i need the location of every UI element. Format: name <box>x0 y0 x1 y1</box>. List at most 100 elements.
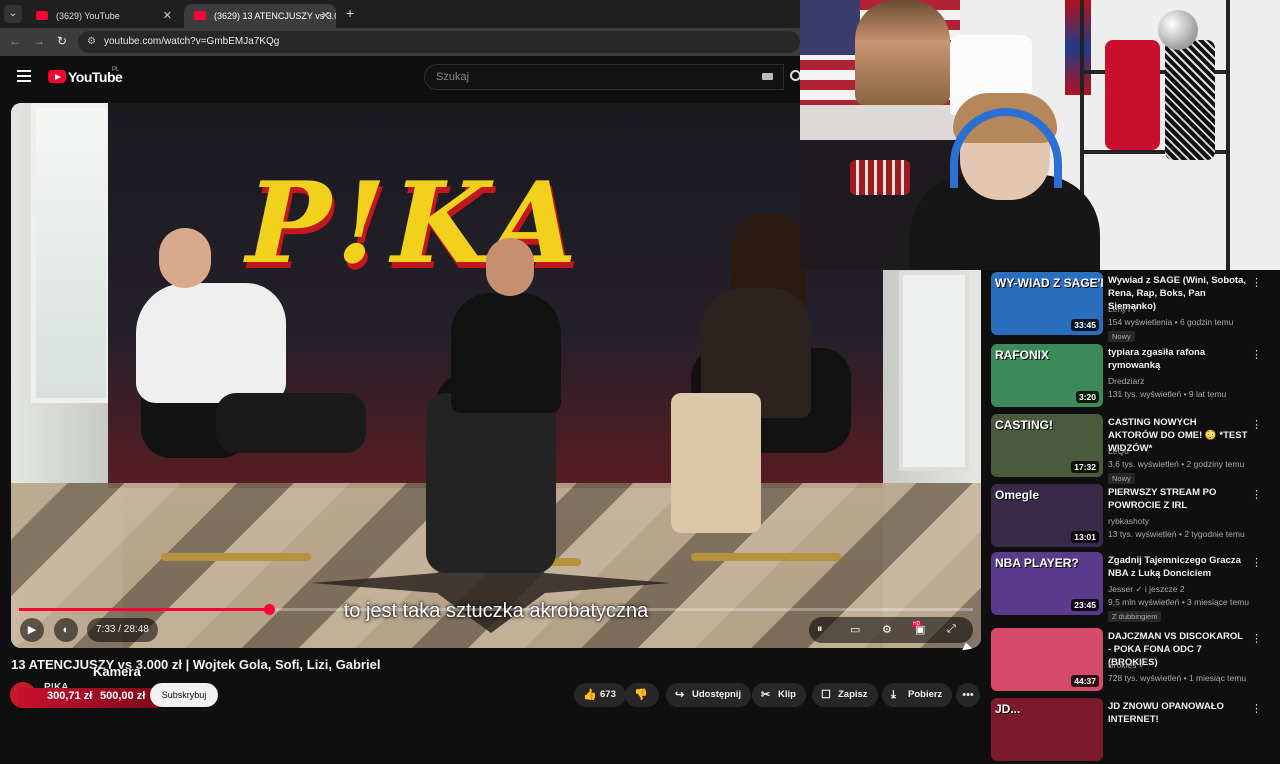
recommended-video-card[interactable]: RAFONIX 3:20 typiara zgasiła rafona rymowa… <box>991 344 1280 410</box>
theater-mode-icon[interactable]: ▣ <box>915 623 925 636</box>
disco-ball <box>1158 10 1198 50</box>
new-tab-icon[interactable]: + <box>346 5 354 21</box>
close-tab-icon[interactable]: ✕ <box>321 4 330 28</box>
share-button[interactable]: ↪ Udostępnij <box>666 683 752 707</box>
red-jersey <box>1105 40 1160 150</box>
save-playlist-icon: ☐ <box>821 689 831 701</box>
site-info-icon[interactable]: ⚙ <box>87 31 96 53</box>
address-bar[interactable]: ⚙ youtube.com/watch?v=GmbEMJa7KQg <box>78 31 800 53</box>
recommended-video-title[interactable]: PIERWSZY STREAM PO POWROCIE Z IRL <box>1108 486 1248 512</box>
recommended-video-title[interactable]: JD ZNOWU OPANOWAŁO INTERNET! <box>1108 700 1248 726</box>
recommended-video-card[interactable]: Omegle 13:01 PIERWSZY STREAM PO POWROCIE Z… <box>991 484 1280 550</box>
recommended-channel-name[interactable]: Dredziarz <box>1108 376 1144 386</box>
volume-icon[interactable]: ◐ <box>54 618 78 642</box>
save-label: Zapisz <box>838 689 868 700</box>
video-thumbnail[interactable]: RAFONIX 3:20 <box>991 344 1103 407</box>
more-options-icon[interactable]: ⋮ <box>1251 556 1262 569</box>
back-arrow-icon[interactable]: ← <box>9 34 21 48</box>
reload-icon[interactable]: ↻ <box>57 34 67 48</box>
recommended-channel-name[interactable]: rybkashoty <box>1108 516 1149 526</box>
chair-base <box>691 553 841 561</box>
donation-amount-1: 300,71 zł <box>47 690 93 702</box>
patterned-jacket <box>1165 40 1215 160</box>
thumbnail-text: CASTING! <box>995 418 1053 432</box>
video-duration: 13:01 <box>1071 531 1099 543</box>
video-thumbnail[interactable]: 44:37 <box>991 628 1103 691</box>
save-button[interactable]: ☐ Zapisz <box>812 683 878 707</box>
url-text: youtube.com/watch?v=GmbEMJa7KQg <box>104 36 280 47</box>
poster-person <box>855 0 950 105</box>
youtube-favicon-icon <box>36 11 48 20</box>
play-icon[interactable]: ▶ <box>20 618 44 642</box>
recommended-video-meta: 13 tys. wyświetleń • 2 tygodnie temu <box>1108 529 1245 539</box>
youtube-header: YouTube PL Szukaj <box>0 56 801 100</box>
tab-title: (3629) YouTube <box>56 11 120 21</box>
more-options-icon[interactable]: ⋮ <box>1251 418 1262 431</box>
recommended-video-card[interactable]: WY-WIAD Z SAGE'M 33:45 Wywiad z SAGE (Wini… <box>991 272 1280 342</box>
clip-button[interactable]: ✂ Klip <box>752 683 806 707</box>
person-left-legs <box>216 393 366 453</box>
person-left <box>136 283 286 403</box>
more-options-icon[interactable]: ⋮ <box>1251 632 1262 645</box>
recommended-video-card[interactable]: 44:37 DAJCZMAN VS DISCOKAROL - POKA FONA … <box>991 628 1280 694</box>
video-scene-window <box>899 271 969 471</box>
person-center <box>451 293 561 413</box>
more-options-icon[interactable]: ⋮ <box>1251 702 1262 715</box>
recommended-channel-name[interactable]: LeQu <box>1108 446 1129 456</box>
tab-search-button[interactable]: ⌄ <box>4 5 22 23</box>
more-actions-icon[interactable]: ••• <box>956 683 980 707</box>
subtitles-icon[interactable]: ▭ <box>850 623 860 636</box>
settings-gear-icon[interactable]: ⚙ <box>882 623 892 636</box>
share-arrow-icon: ↪ <box>675 689 685 701</box>
like-button[interactable]: 👍 673 <box>574 683 626 707</box>
recommended-channel-name[interactable]: LenyTV <box>1108 304 1137 314</box>
dislike-button[interactable]: 👎 <box>625 683 659 707</box>
recommended-video-title[interactable]: CASTING NOWYCH AKTORÓW DO OME! 😳 *TEST W… <box>1108 416 1248 455</box>
video-duration: 3:20 <box>1075 391 1099 403</box>
recommended-video-title[interactable]: Zgadnij Tajemniczego Gracza NBA z Luką D… <box>1108 554 1248 580</box>
browser-tab[interactable]: (3629) YouTube ✕ <box>26 4 178 28</box>
progress-scrubber[interactable] <box>263 604 275 615</box>
thumbnail-text: Omegle <box>995 488 1040 502</box>
progress-bar[interactable] <box>19 604 973 615</box>
video-thumbnail[interactable]: NBA PLAYER? 23:45 <box>991 552 1103 615</box>
more-options-icon[interactable]: ⋮ <box>1251 348 1262 361</box>
recommended-channel-name[interactable]: Jesser ✓ i jeszcze 2 <box>1108 584 1185 595</box>
video-thumbnail[interactable]: CASTING! 17:32 <box>991 414 1103 477</box>
recommended-video-meta: 3,6 tys. wyświetleń • 2 godziny temu <box>1108 459 1245 469</box>
video-thumbnail[interactable]: JD... <box>991 698 1103 761</box>
more-options-icon[interactable]: ⋮ <box>1251 276 1262 289</box>
forward-arrow-icon[interactable]: → <box>33 34 45 48</box>
recommended-video-card[interactable]: NBA PLAYER? 23:45 Zgadnij Tajemniczego Gra… <box>991 552 1280 622</box>
browser-tab-active[interactable]: (3629) 13 ATENCJUSZY vs 3.000 ✕ <box>184 4 336 28</box>
video-thumbnail[interactable]: Omegle 13:01 <box>991 484 1103 547</box>
video-duration: 17:32 <box>1071 461 1099 473</box>
video-badge: Nowy <box>1108 473 1135 484</box>
tab-title: (3629) 13 ATENCJUSZY vs 3.000 <box>214 11 336 21</box>
fullscreen-icon[interactable]: ⤢ <box>947 623 956 636</box>
recommended-video-card[interactable]: JD... JD ZNOWU OPANOWAŁO INTERNET! ⋮ <box>991 698 1280 764</box>
recommended-channel-name[interactable]: Brokies ✓ <box>1108 660 1146 671</box>
autoplay-toggle-icon[interactable]: ⏸ <box>817 623 823 636</box>
us-flag-canton <box>800 0 860 55</box>
download-arrow-icon: ⤓ <box>891 689 896 701</box>
person-center-head <box>486 238 534 296</box>
recommended-video-card[interactable]: CASTING! 17:32 CASTING NOWYCH AKTORÓW DO O… <box>991 414 1280 484</box>
close-tab-icon[interactable]: ✕ <box>163 4 172 28</box>
download-button[interactable]: ⤓ Pobierz <box>882 683 953 707</box>
video-thumbnail[interactable]: WY-WIAD Z SAGE'M 33:45 <box>991 272 1103 335</box>
recommended-video-meta: 154 wyświetlenia • 6 godzin temu <box>1108 317 1234 327</box>
subscribe-button[interactable]: Subskrybuj <box>150 683 218 707</box>
keyboard-icon[interactable] <box>762 73 773 80</box>
search-input[interactable]: Szukaj <box>424 64 784 90</box>
video-duration: 33:45 <box>1071 319 1099 331</box>
recommended-video-title[interactable]: typiara zgasiła rafona rymowanką <box>1108 346 1248 372</box>
country-code: PL <box>112 67 120 73</box>
youtube-favicon-icon <box>194 11 206 20</box>
browser-toolbar: ← → ↻ ⚙ youtube.com/watch?v=GmbEMJa7KQg <box>0 28 800 56</box>
more-options-icon[interactable]: ⋮ <box>1251 488 1262 501</box>
download-label: Pobierz <box>908 689 943 700</box>
share-label: Udostępnij <box>692 689 742 700</box>
menu-icon[interactable] <box>17 70 31 82</box>
person-center-legs <box>426 393 556 573</box>
